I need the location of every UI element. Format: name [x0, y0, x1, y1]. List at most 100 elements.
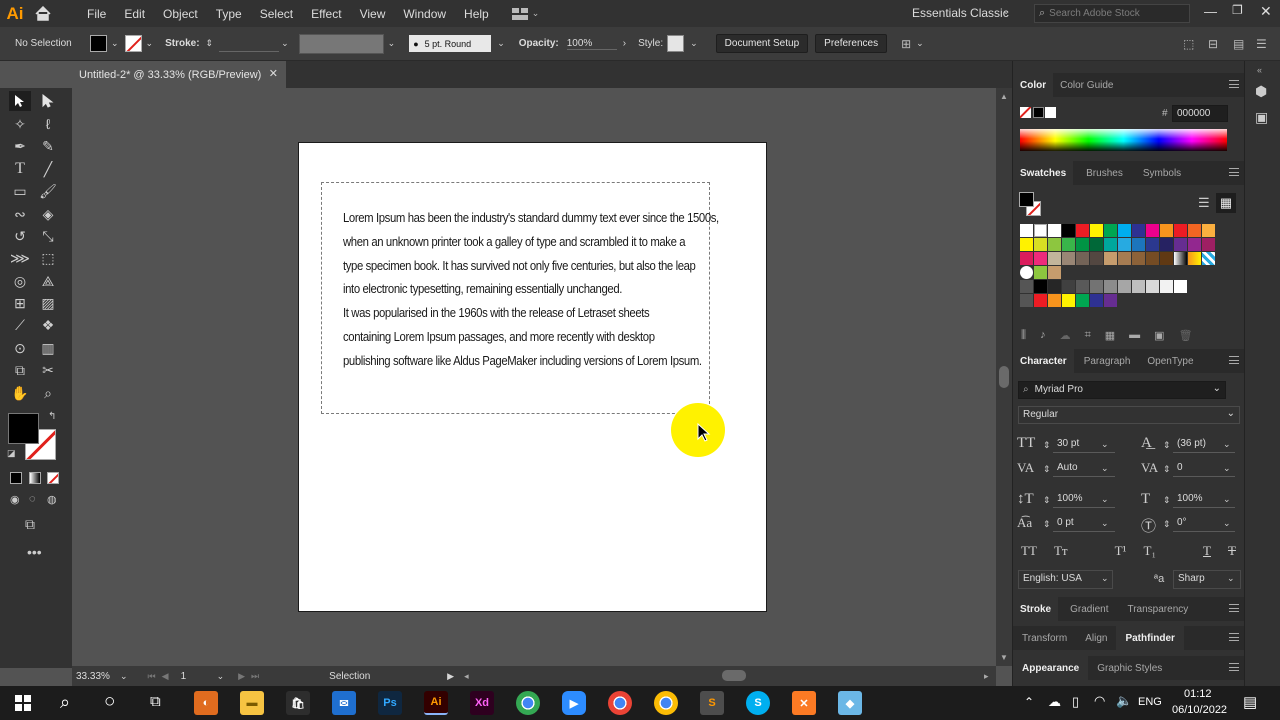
menu-object[interactable]: Object [163, 7, 198, 21]
edit-toolbar-icon[interactable]: ••• [27, 544, 42, 560]
tab-stroke[interactable]: Stroke [1013, 597, 1059, 621]
cloud-icon[interactable]: ☁ [1060, 329, 1071, 342]
chevron-down-icon[interactable]: ⌄ [111, 38, 119, 49]
first-artboard-icon[interactable]: ⏮ [148, 671, 156, 682]
menu-type[interactable]: Type [216, 7, 242, 21]
align-options-icon[interactable]: ⊞ [901, 37, 911, 51]
language-select[interactable]: English: USA [1018, 570, 1113, 589]
new-folder-icon[interactable]: ▬ [1129, 329, 1140, 342]
store-icon[interactable]: 🛍 [286, 691, 310, 715]
tab-transform[interactable]: Transform [1013, 626, 1076, 650]
style-swatch[interactable] [667, 35, 685, 52]
illustrator-icon[interactable]: Ai [424, 691, 448, 715]
chevron-down-icon[interactable]: ⌄ [1223, 518, 1231, 529]
stroke-weight-field[interactable] [219, 35, 280, 52]
font-size-stepper[interactable]: ⇕ [1043, 440, 1051, 451]
scroll-right-icon[interactable]: ▸ [984, 671, 989, 682]
chevron-down-icon[interactable]: ⌄ [1223, 494, 1231, 505]
panel-menu-icon[interactable] [1229, 663, 1239, 671]
xampp-icon[interactable]: ✕ [792, 691, 816, 715]
mail-icon[interactable]: ✉ [332, 691, 356, 715]
swatch-fill-stroke[interactable] [1019, 192, 1043, 218]
minimize-button[interactable]: — [1204, 4, 1217, 19]
chrome-icon[interactable] [654, 691, 678, 715]
swatches-grid[interactable] [1020, 224, 1220, 310]
menu-window[interactable]: Window [403, 7, 446, 21]
eyedropper-icon[interactable]: ⟋ [9, 315, 31, 335]
document-tab[interactable]: Untitled-2* @ 33.33% (RGB/Preview) ✕ [72, 61, 286, 88]
panel-menu-icon[interactable] [1229, 356, 1239, 364]
menu-edit[interactable]: Edit [124, 7, 145, 21]
tab-color-guide[interactable]: Color Guide [1053, 73, 1120, 97]
scale-tool-icon[interactable]: ⤡ [37, 226, 59, 246]
panel-menu-icon[interactable] [1229, 604, 1239, 612]
font-family-field[interactable]: ⌕ Myriad Pro ⌄ [1018, 381, 1226, 399]
blend-tool-icon[interactable]: ❖ [37, 315, 59, 335]
clock-date[interactable]: 06/10/2022 [1172, 704, 1227, 716]
perspective-grid-icon[interactable]: ⟁ [37, 271, 59, 291]
scroll-down-icon[interactable]: ▼ [1000, 653, 1008, 662]
tab-align[interactable]: Align [1076, 626, 1116, 650]
workspace-switcher[interactable]: Essentials Classic [912, 6, 1009, 20]
chevron-down-icon[interactable]: ⌄ [1101, 518, 1109, 529]
horizontal-scale-stepper[interactable]: ⇕ [1163, 495, 1171, 506]
tab-transparency[interactable]: Transparency [1120, 597, 1195, 621]
app-icon-orange[interactable]: ◐ [194, 691, 218, 715]
column-graph-icon[interactable]: ▥ [37, 338, 59, 358]
delete-icon[interactable]: 🗑 [1179, 329, 1193, 342]
rectangle-tool-icon[interactable]: ▭ [9, 181, 31, 201]
input-language[interactable]: ENG [1138, 696, 1162, 708]
zoom-tool-icon[interactable]: ⌕ [37, 383, 59, 403]
cortana-icon[interactable]: ○ [104, 691, 115, 713]
document-setup-button[interactable]: Document Setup [715, 34, 809, 53]
chevron-up-icon[interactable]: ⌃ [1024, 695, 1034, 709]
color-theme-icon[interactable]: ♪ [1040, 329, 1046, 342]
panel-menu-icon[interactable] [1229, 168, 1239, 176]
screen-mode-icon[interactable]: ⧉ [25, 516, 35, 533]
default-colors-icon[interactable]: ◪ [7, 448, 16, 459]
tab-pathfinder[interactable]: Pathfinder [1116, 626, 1184, 650]
symbol-sprayer-icon[interactable]: ⊙ [9, 338, 31, 358]
last-artboard-icon[interactable]: ⏭ [251, 671, 259, 682]
gradient-tool-icon[interactable]: ▨ [37, 293, 59, 313]
tab-color[interactable]: Color [1013, 73, 1054, 97]
type-tool-icon[interactable]: T [9, 159, 31, 179]
pen-tool-icon[interactable]: ✒ [9, 136, 31, 156]
next-artboard-icon[interactable]: ▶ [238, 671, 245, 682]
strikethrough-icon[interactable]: T [1228, 543, 1236, 559]
mesh-tool-icon[interactable]: ⊞ [9, 293, 31, 313]
chevron-down-icon[interactable]: ⌄ [497, 38, 505, 49]
vertical-scrollbar[interactable]: ▲ ▼ [996, 88, 1012, 666]
fill-color-box-front[interactable] [8, 413, 39, 444]
all-caps-icon[interactable]: TT [1021, 543, 1037, 559]
black-swatch[interactable] [1033, 107, 1044, 118]
new-swatch-icon[interactable]: ▣ [1154, 329, 1164, 342]
tracking-stepper[interactable]: ⇕ [1163, 464, 1171, 475]
direct-selection-tool-icon[interactable] [37, 91, 59, 111]
color-spectrum[interactable] [1020, 129, 1227, 151]
preferences-button[interactable]: Preferences [815, 34, 888, 53]
properties-icon[interactable]: ▣ [1255, 109, 1268, 126]
search-icon[interactable]: ⌕ [60, 692, 70, 713]
scroll-left-icon[interactable]: ◂ [464, 671, 469, 682]
status-menu-icon[interactable]: ▶ [447, 671, 454, 682]
magic-wand-icon[interactable]: ✧ [9, 114, 31, 134]
color-mode-icon[interactable] [10, 472, 22, 484]
character-rotation-stepper[interactable]: ⇕ [1163, 519, 1171, 530]
stroke-weight-stepper[interactable]: ⇕ [206, 38, 214, 49]
photoshop-icon[interactable]: Ps [378, 691, 402, 715]
restore-button[interactable]: ❐ [1232, 3, 1243, 17]
collapse-arrows-icon[interactable]: « [1257, 65, 1262, 75]
hand-tool-icon[interactable]: ✋ [9, 383, 31, 403]
chevron-down-icon[interactable]: ⌄ [1101, 463, 1109, 474]
menu-file[interactable]: File [87, 7, 106, 21]
width-tool-icon[interactable]: ⋙ [9, 248, 31, 268]
paintbrush-icon[interactable]: 🖌 [37, 181, 59, 201]
scroll-up-icon[interactable]: ▲ [1000, 92, 1008, 101]
font-style-field[interactable]: Regular ⌄ [1018, 406, 1240, 424]
chrome-icon[interactable] [516, 691, 540, 715]
gradient-mode-icon[interactable] [29, 472, 41, 484]
tab-brushes[interactable]: Brushes [1079, 161, 1130, 185]
panel-menu-icon[interactable] [1229, 633, 1239, 641]
area-type-text[interactable]: Lorem Ipsum has been the industry's stan… [343, 206, 733, 373]
